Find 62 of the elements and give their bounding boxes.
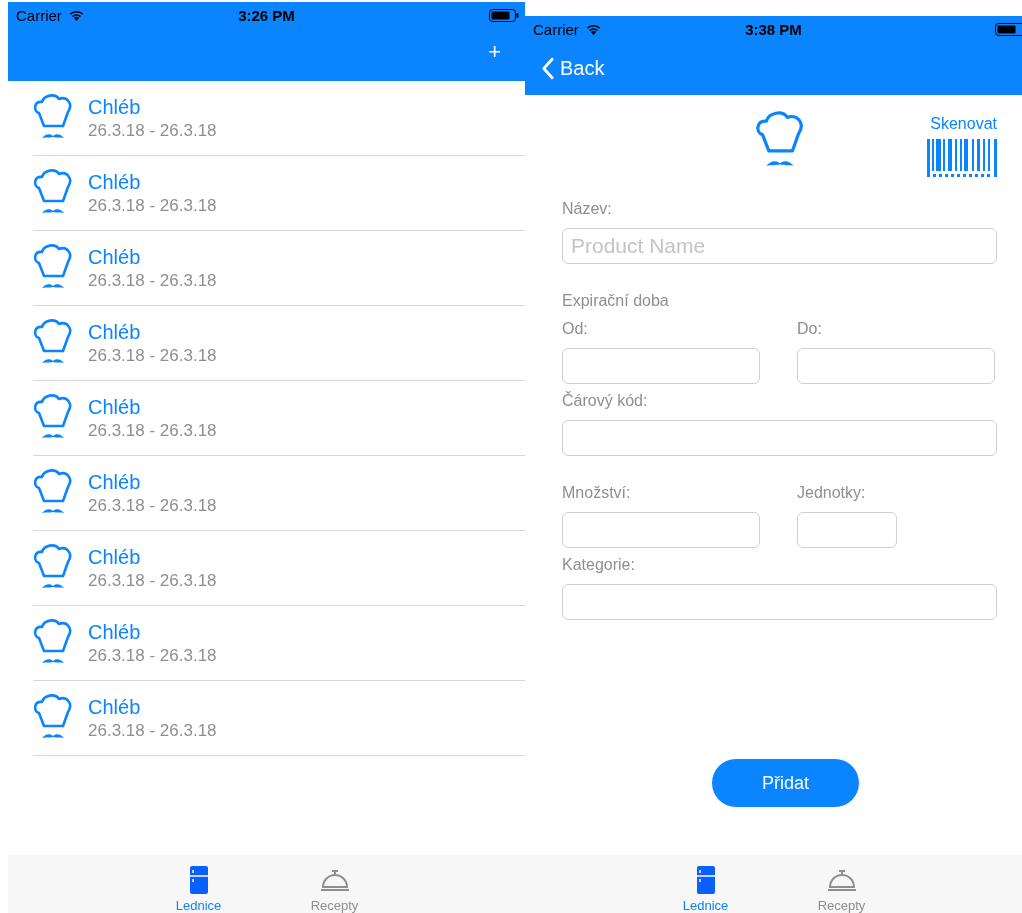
field-label: Název: [562, 200, 613, 218]
product-name: Chléb [88, 170, 142, 194]
product-dates: 26.3.18 - 26.3.18 [88, 195, 217, 216]
product-dates: 26.3.18 - 26.3.18 [88, 570, 217, 591]
product-dates: 26.3.18 - 26.3.18 [88, 495, 217, 516]
product-dates: 26.3.18 - 26.3.18 [88, 420, 217, 441]
fridge-icon [188, 866, 209, 894]
fridge-icon [695, 866, 716, 894]
field-label: Množství: [562, 484, 632, 502]
battery-icon [995, 22, 1022, 36]
field-label: Jednotky: [797, 484, 867, 502]
product-name: Chléb [88, 395, 142, 419]
input-field[interactable]: Product Name [562, 228, 997, 264]
product-dates: 26.3.18 - 26.3.18 [88, 645, 217, 666]
tab[interactable]: Recepty [808, 865, 875, 913]
input-field[interactable] [562, 348, 760, 384]
product-dates: 26.3.18 - 26.3.18 [88, 345, 217, 366]
back-button[interactable]: Back [525, 57, 605, 80]
product-name: Chléb [88, 245, 142, 269]
field-label: Kategorie: [562, 556, 636, 574]
tab[interactable]: Lednice [165, 865, 232, 913]
product-row[interactable]: Chléb 26.3.18 - 26.3.18 [33, 306, 525, 381]
chevron-left-icon [541, 57, 554, 80]
input-field[interactable] [562, 584, 997, 620]
product-row[interactable]: Chléb 26.3.18 - 26.3.18 [33, 681, 525, 756]
input-field[interactable] [797, 348, 995, 384]
product-name: Chléb [88, 470, 142, 494]
product-row[interactable]: Chléb 26.3.18 - 26.3.18 [33, 606, 525, 681]
product-row[interactable]: Chléb 26.3.18 - 26.3.18 [33, 381, 525, 456]
product-name: Chléb [88, 545, 142, 569]
product-dates: 26.3.18 - 26.3.18 [88, 720, 217, 741]
product-name: Chléb [88, 620, 142, 644]
tab[interactable]: Lednice [672, 865, 739, 913]
product-row[interactable]: Chléb 26.3.18 - 26.3.18 [33, 81, 525, 156]
input-field[interactable] [797, 512, 897, 548]
input-field[interactable] [562, 420, 997, 456]
field-label: Do: [797, 320, 823, 338]
product-dates: 26.3.18 - 26.3.18 [88, 120, 217, 141]
add-button[interactable]: + [488, 38, 525, 71]
wifi-icon [67, 9, 85, 21]
product-row[interactable]: Chléb 26.3.18 - 26.3.18 [33, 456, 525, 531]
product-row[interactable]: Chléb 26.3.18 - 26.3.18 [33, 531, 525, 606]
carrier-label: Carrier [533, 20, 579, 38]
carrier-label: Carrier [16, 6, 62, 24]
field-label: Od: [562, 320, 589, 338]
product-name: Chléb [88, 95, 142, 119]
field-label: Čárový kód: [562, 392, 649, 410]
battery-icon [489, 8, 519, 22]
product-row[interactable]: Chléb 26.3.18 - 26.3.18 [33, 231, 525, 306]
product-name: Chléb [88, 320, 142, 344]
barcode-icon [927, 139, 997, 177]
product-dates: 26.3.18 - 26.3.18 [88, 270, 217, 291]
wifi-icon [584, 23, 602, 35]
status-time: 3:38 PM [745, 20, 802, 38]
scan-button[interactable]: Skenovat [930, 115, 997, 133]
product-row[interactable]: Chléb 26.3.18 - 26.3.18 [33, 156, 525, 231]
input-field[interactable] [562, 512, 760, 548]
product-name: Chléb [88, 695, 142, 719]
tab[interactable]: Recepty [301, 865, 368, 913]
section-heading: Expirační doba [562, 292, 670, 310]
status-time: 3:26 PM [238, 6, 295, 24]
add-button[interactable]: Přidat [712, 759, 859, 807]
